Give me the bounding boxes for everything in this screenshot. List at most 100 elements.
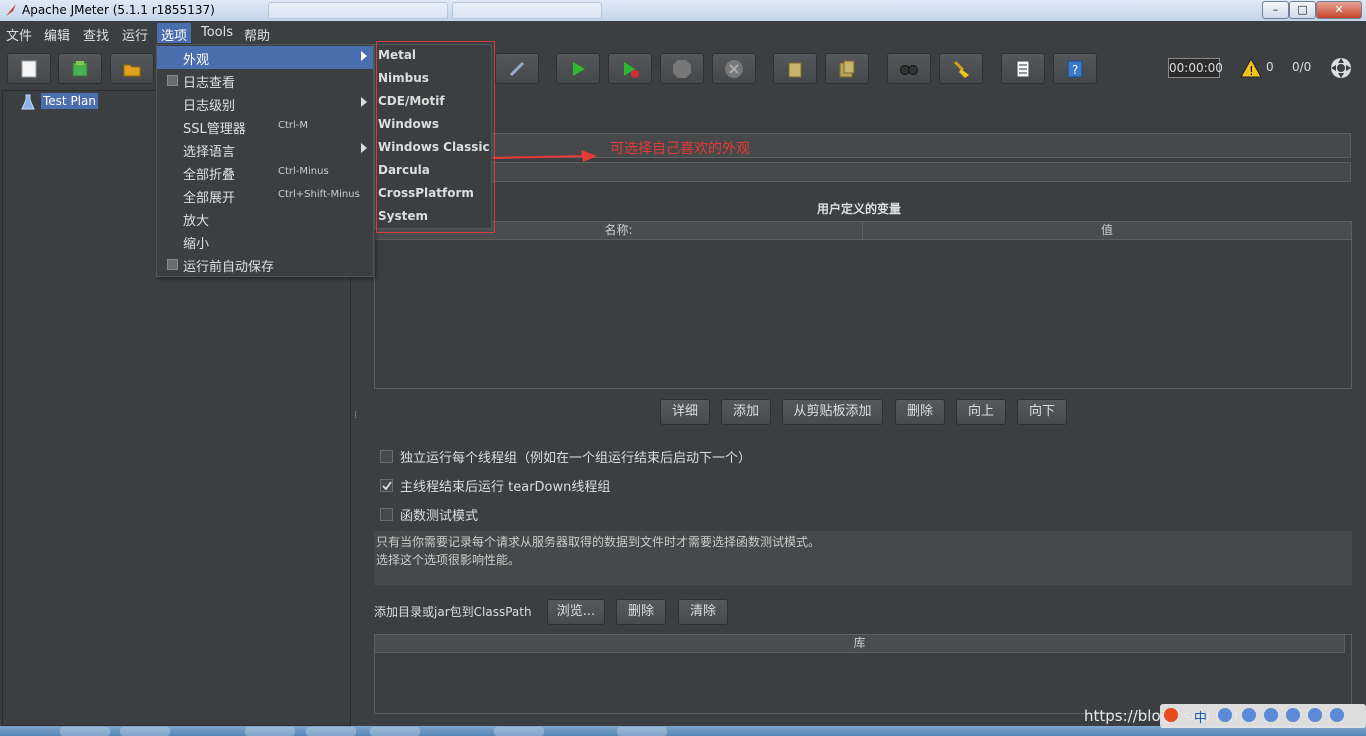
menu-item-label: 缩小 xyxy=(183,237,210,252)
menu-item-look-and-feel[interactable]: 外观 xyxy=(157,46,373,69)
checkmark-icon xyxy=(382,481,392,491)
functional-test-mode-checkbox[interactable] xyxy=(380,508,393,521)
classpath-label: 添加目录或jar包到ClassPath xyxy=(374,605,532,619)
menu-item-label: 日志级别 xyxy=(183,99,236,114)
background-window-tab xyxy=(452,2,602,19)
menu-item-label: 外观 xyxy=(183,53,210,68)
submenu-arrow-icon xyxy=(361,143,367,153)
taskbar-button[interactable] xyxy=(494,727,544,736)
start-no-pause-button[interactable] xyxy=(608,53,652,84)
options-menu: 外观 日志查看 日志级别 SSL管理器 Ctrl-M 选择语言 全部折叠 Ctr… xyxy=(156,44,374,277)
menu-item-collapse-all[interactable]: 全部折叠 Ctrl-Minus xyxy=(157,161,373,184)
wand-icon xyxy=(509,61,525,77)
column-header-library[interactable]: 库 xyxy=(375,635,1345,653)
functional-mode-description: 只有当你需要记录每个请求从服务器取得的数据到文件时才需要选择函数测试模式。 选择… xyxy=(374,531,1352,585)
menu-search[interactable]: 查找 xyxy=(79,23,113,44)
teardown-label: 主线程结束后运行 tearDown线程组 xyxy=(400,480,611,495)
reset-search-button[interactable] xyxy=(939,53,983,84)
taskbar-button[interactable] xyxy=(120,727,170,736)
menu-bar: 文件 编辑 查找 运行 选项 Tools 帮助 xyxy=(0,21,1366,44)
new-button[interactable] xyxy=(7,53,51,84)
clear-all-button[interactable] xyxy=(825,53,869,84)
search-button[interactable] xyxy=(887,53,931,84)
checkbox-icon xyxy=(167,75,178,86)
annotation-text: 可选择自己喜欢的外观 xyxy=(610,141,750,157)
lifecycle-icon[interactable] xyxy=(1329,56,1353,80)
functional-test-mode-label: 函数测试模式 xyxy=(400,509,479,524)
emoji-icon[interactable] xyxy=(1242,708,1256,722)
sogou-icon[interactable] xyxy=(1164,708,1178,722)
add-from-clipboard-button[interactable]: 从剪贴板添加 xyxy=(782,399,883,425)
skin-icon[interactable] xyxy=(1308,708,1322,722)
templates-button[interactable] xyxy=(58,53,102,84)
microphone-icon[interactable] xyxy=(1264,708,1278,722)
help-icon: ? xyxy=(1067,60,1083,78)
user-variables-table[interactable]: 名称: 值 xyxy=(374,221,1352,389)
broom-icon xyxy=(953,60,969,78)
taskbar-button[interactable] xyxy=(245,727,295,736)
keyboard-icon[interactable] xyxy=(1286,708,1300,722)
menu-options[interactable]: 选项 xyxy=(157,23,192,44)
menu-item-ssl-manager[interactable]: SSL管理器 Ctrl-M xyxy=(157,115,373,138)
menu-item-label: 放大 xyxy=(183,214,210,229)
column-header-value[interactable]: 值 xyxy=(863,222,1351,240)
menu-item-log-viewer[interactable]: 日志查看 xyxy=(157,69,373,92)
warning-icon[interactable]: ! xyxy=(1240,58,1262,78)
remote-start-button[interactable] xyxy=(495,53,539,84)
teardown-after-shutdown-checkbox[interactable] xyxy=(380,479,393,492)
run-thread-groups-consecutively-checkbox[interactable] xyxy=(380,450,393,463)
menu-tools[interactable]: Tools xyxy=(197,23,237,43)
menu-file[interactable]: 文件 xyxy=(2,23,36,44)
move-down-button[interactable]: 向下 xyxy=(1017,399,1067,425)
description-line-1: 只有当你需要记录每个请求从服务器取得的数据到文件时才需要选择函数测试模式。 xyxy=(376,535,821,549)
move-up-button[interactable]: 向上 xyxy=(956,399,1006,425)
taskbar-button[interactable] xyxy=(617,727,667,736)
menu-edit[interactable]: 编辑 xyxy=(40,23,74,44)
menu-item-zoom-out[interactable]: 缩小 xyxy=(157,230,373,253)
ime-toolbar: 中 xyxy=(1160,704,1366,728)
menu-item-label: 全部展开 xyxy=(183,191,236,206)
taskbar-button[interactable] xyxy=(370,727,420,736)
open-button[interactable] xyxy=(110,53,154,84)
shutdown-button[interactable] xyxy=(712,53,756,84)
detail-button[interactable]: 详细 xyxy=(660,399,710,425)
menu-item-label: SSL管理器 xyxy=(183,122,246,137)
elapsed-timer: 00:00:00 xyxy=(1168,58,1223,78)
maximize-button[interactable]: □ xyxy=(1289,1,1316,19)
minimize-button[interactable]: – xyxy=(1262,1,1289,19)
jmeter-feather-icon xyxy=(6,4,16,16)
browse-button[interactable]: 浏览... xyxy=(547,599,605,625)
close-button[interactable]: ✕ xyxy=(1316,1,1362,19)
menu-help[interactable]: 帮助 xyxy=(240,23,274,44)
menu-item-save-before-run[interactable]: 运行前自动保存 xyxy=(157,253,373,276)
classpath-delete-button[interactable]: 删除 xyxy=(616,599,666,625)
taskbar-button[interactable] xyxy=(306,727,356,736)
taskbar-button[interactable] xyxy=(60,727,110,736)
start-button[interactable] xyxy=(556,53,600,84)
help-button[interactable]: ? xyxy=(1053,53,1097,84)
punctuation-icon[interactable] xyxy=(1218,708,1232,722)
settings-icon[interactable] xyxy=(1330,708,1344,722)
menu-item-log-level[interactable]: 日志级别 xyxy=(157,92,373,115)
classpath-library-table[interactable]: 库 xyxy=(374,634,1352,714)
add-button[interactable]: 添加 xyxy=(721,399,771,425)
menu-item-label: 全部折叠 xyxy=(183,168,236,183)
classpath-clear-button[interactable]: 清除 xyxy=(678,599,728,625)
warning-count: 0 xyxy=(1266,60,1274,74)
menu-run[interactable]: 运行 xyxy=(118,23,152,44)
stop-button[interactable] xyxy=(660,53,704,84)
menu-item-label: 选择语言 xyxy=(183,145,236,160)
annotation-arrow-icon xyxy=(493,150,597,162)
shutdown-icon xyxy=(725,60,743,78)
submenu-arrow-icon xyxy=(361,97,367,107)
delete-button[interactable]: 删除 xyxy=(895,399,945,425)
play-icon xyxy=(573,62,585,76)
menu-item-choose-language[interactable]: 选择语言 xyxy=(157,138,373,161)
function-helper-button[interactable] xyxy=(1001,53,1045,84)
ime-mode[interactable]: 中 xyxy=(1194,707,1207,726)
clear-button[interactable] xyxy=(773,53,817,84)
menu-item-zoom-in[interactable]: 放大 xyxy=(157,207,373,230)
flask-icon xyxy=(21,94,35,110)
description-line-2: 选择这个选项很影响性能。 xyxy=(376,553,521,567)
menu-item-expand-all[interactable]: 全部展开 Ctrl+Shift-Minus xyxy=(157,184,373,207)
